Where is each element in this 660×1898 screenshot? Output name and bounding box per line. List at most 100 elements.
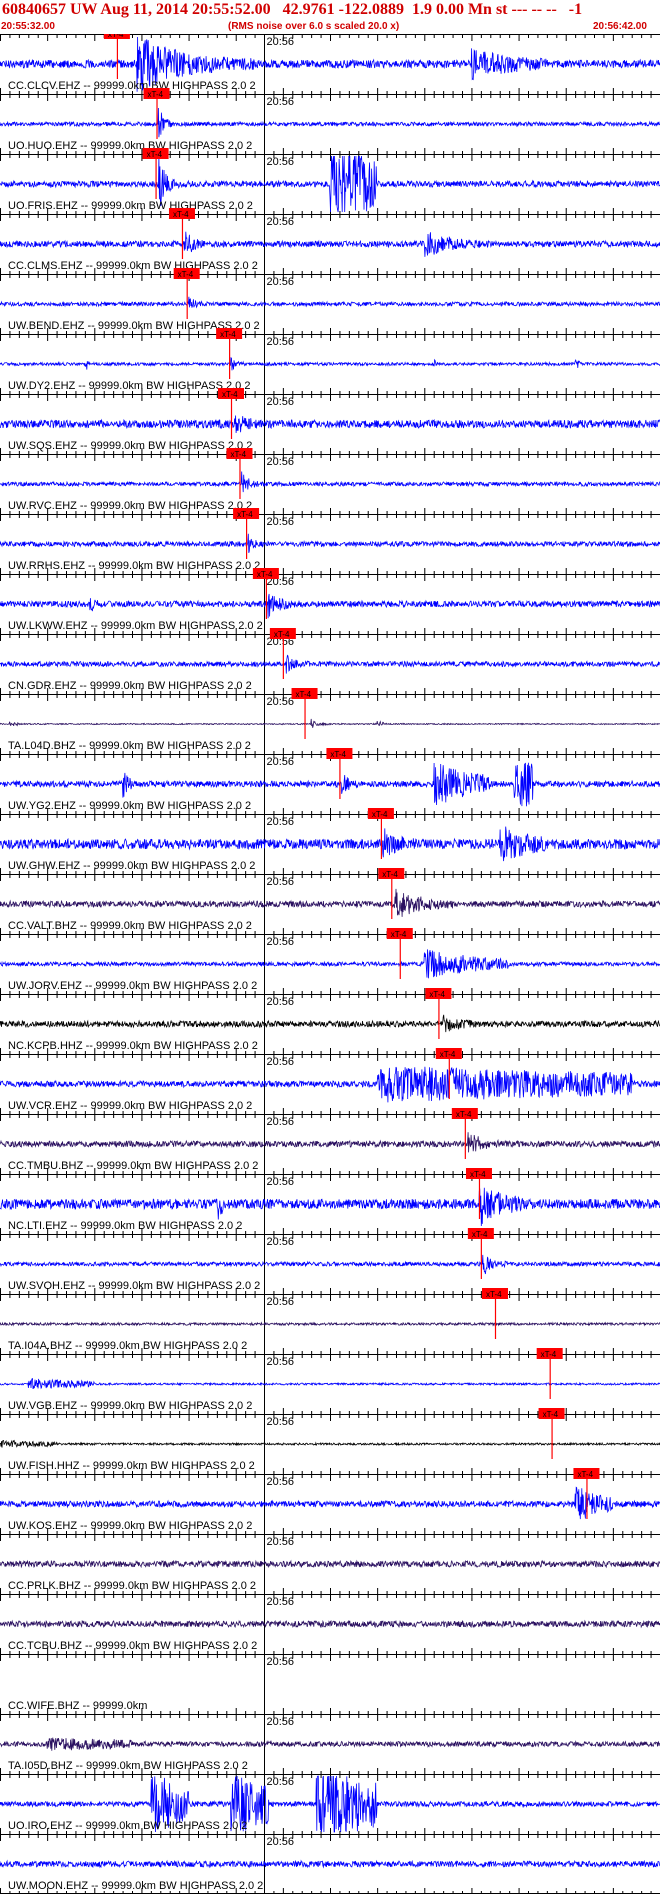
minute-label: 20:56 bbox=[267, 1296, 295, 1308]
pick-label: xT-4 bbox=[372, 810, 388, 819]
waveform bbox=[0, 1619, 660, 1629]
minute-label: 20:56 bbox=[267, 1416, 295, 1428]
station-label: UW.VCR.EHZ -- 99999.0km BW HIGHPASS 2.0 … bbox=[8, 1100, 252, 1112]
pick-label: xT-4 bbox=[429, 990, 445, 999]
pick-label: xT-4 bbox=[456, 1110, 472, 1119]
trace-row: 20:56 CC.WIFE.BHZ -- 99999.0km bbox=[0, 1654, 660, 1714]
minute-label: 20:56 bbox=[267, 1716, 295, 1728]
pick-label: xT-4 bbox=[178, 270, 194, 279]
pick-label: xT-4 bbox=[296, 690, 312, 699]
trace-row: 20:56 xT-4 UO.HUO.EHZ -- 99999.0km BW HIGH… bbox=[0, 88, 660, 154]
station-label: UW.GHW.EHZ -- 99999.0km BW HIGHPASS 2.0 … bbox=[8, 860, 255, 872]
start-time: 20:55:32.00 bbox=[1, 21, 55, 32]
pick-label: xT-4 bbox=[257, 570, 273, 579]
pick-label: xT-4 bbox=[470, 1170, 486, 1179]
pick-label: xT-4 bbox=[391, 930, 407, 939]
minute-label: 20:56 bbox=[267, 936, 295, 948]
minute-label: 20:56 bbox=[267, 216, 295, 228]
minute-label: 20:56 bbox=[267, 1116, 295, 1128]
waveform bbox=[0, 888, 660, 917]
waveform bbox=[0, 471, 660, 493]
pick-label: xT-4 bbox=[274, 630, 290, 639]
pick-label: xT-4 bbox=[237, 510, 253, 519]
station-label: UW.JORV.EHZ -- 99999.0km BW HIGHPASS 2.0… bbox=[8, 980, 257, 992]
trace-row: 20:56 xT-4 CC.CLCV.EHZ -- 99999.0km BW HIG… bbox=[0, 34, 660, 94]
station-label: UW.RVC.EHZ -- 99999.0km BW HIGHPASS 2.0 … bbox=[8, 500, 252, 512]
pick-label: xT-4 bbox=[148, 90, 164, 99]
event-title: 60840657 UW Aug 11, 2014 20:55:52.00 42.… bbox=[2, 1, 583, 18]
pick-label: xT-4 bbox=[147, 150, 163, 159]
station-label: UO.HUO.EHZ -- 99999.0km BW HIGHPASS 2.0 … bbox=[8, 140, 252, 152]
minute-label: 20:56 bbox=[267, 1656, 295, 1668]
trace-row: 20:56 xT-4 UW.DY2.EHZ -- 99999.0km BW HIGH… bbox=[0, 328, 660, 394]
rms-note: (RMS noise over 6.0 s scaled 20.0 x) bbox=[228, 21, 400, 32]
pick-label: xT-4 bbox=[541, 1350, 557, 1359]
waveform bbox=[0, 231, 660, 257]
trace-row: 20:56xT-4UW.BEND.EHZ -- 99999.0km BW HIG… bbox=[0, 268, 660, 334]
waveform bbox=[0, 533, 660, 554]
trace-row: 20:56 xT-4 UW.RVC.EHZ -- 99999.0km BW HIGH… bbox=[0, 448, 660, 514]
station-label: UW.KOS.EHZ -- 99999.0km BW HIGHPASS 2.0 … bbox=[8, 1520, 252, 1532]
minute-label: 20:56 bbox=[267, 696, 295, 708]
trace-row: 20:56 UO.IRO.EHZ -- 99999.0km BW HIGHPASS… bbox=[0, 1774, 660, 1834]
pick-label: xT-4 bbox=[577, 1470, 593, 1479]
minute-label: 20:56 bbox=[267, 1536, 295, 1548]
waveform bbox=[0, 949, 660, 979]
trace-row: 20:56 xT-4 CC.TMBU.BHZ -- 99999.0km BW HIG… bbox=[0, 1108, 660, 1174]
station-label: UW.FISH.HHZ -- 99999.0km BW HIGHPASS 2.0… bbox=[8, 1460, 255, 1472]
waveform bbox=[0, 1378, 660, 1390]
station-label: CC.PRLK.BHZ -- 99999.0km BW HIGHPASS 2.0… bbox=[8, 1580, 256, 1592]
waveform bbox=[0, 296, 660, 309]
trace-row: 20:56 xT-4 UW.VGB.EHZ -- 99999.0km BW HIGH… bbox=[0, 1348, 660, 1414]
minute-label: 20:56 bbox=[267, 336, 295, 348]
trace-row: 20:56 xT-4 NC.KCPB.HHZ -- 99999.0km BW HIG… bbox=[0, 988, 660, 1054]
minute-label: 20:56 bbox=[267, 1356, 295, 1368]
waveform bbox=[0, 718, 660, 728]
minute-label: 20:56 bbox=[267, 36, 295, 48]
station-label: UO.IRO.EHZ -- 99999.0km BW HIGHPASS 2.0 … bbox=[8, 1820, 247, 1832]
seismogram-plot: 20:56xT-4CC.CLCV.EHZ -- 99999.0km BW HIG… bbox=[0, 34, 660, 1894]
station-label: CC.TMBU.BHZ -- 99999.0km BW HIGHPASS 2.0… bbox=[8, 1160, 258, 1172]
pick-label: xT-4 bbox=[108, 34, 124, 39]
waveform bbox=[0, 654, 660, 674]
minute-label: 20:56 bbox=[267, 816, 295, 828]
pick-label: xT-4 bbox=[222, 390, 238, 399]
pick-label: xT-4 bbox=[382, 870, 398, 879]
station-label: UW.RRHS.EHZ -- 99999.0km BW HIGHPASS 2.0… bbox=[8, 560, 260, 572]
pick-label: xT-4 bbox=[486, 1290, 502, 1299]
minute-label: 20:56 bbox=[267, 276, 295, 288]
waveform bbox=[0, 1014, 660, 1033]
trace-row: 20:56 xT-4 CC.CLMS.EHZ -- 99999.0km BW HIG… bbox=[0, 208, 660, 274]
trace-row: 20:56 xT-4 TA.I04A.BHZ -- 99999.0km BW HIG… bbox=[0, 1288, 660, 1354]
pick-label: xT-4 bbox=[543, 1410, 559, 1419]
waveform bbox=[0, 1486, 660, 1520]
waveform bbox=[0, 1254, 660, 1275]
station-label: CN.GDR.EHZ -- 99999.0km BW HIGHPASS 2.0 … bbox=[8, 680, 252, 692]
trace-row: 20:56xT-4 TA.L04D.BHZ -- 99999.0km BW HIG… bbox=[0, 688, 660, 754]
trace-row: 20:56 CC.PRLK.BHZ -- 99999.0km BW HIGHPAS… bbox=[0, 1534, 660, 1594]
trace-row: 20:56 xT-4 NC.LTI.EHZ -- 99999.0km BW HIGH… bbox=[0, 1168, 660, 1234]
station-label: UO.FRIS.EHZ -- 99999.0km BW HIGHPASS 2.0… bbox=[8, 200, 253, 212]
minute-label: 20:56 bbox=[267, 756, 295, 768]
station-label: NC.LTI.EHZ -- 99999.0km BW HIGHPASS 2.0 … bbox=[8, 1220, 242, 1232]
trace-row: 20:56 xT-4 UW.KOS.EHZ -- 99999.0km BW HIGH… bbox=[0, 1468, 660, 1534]
waveform bbox=[0, 415, 660, 434]
waveform bbox=[0, 593, 660, 619]
minute-label: 20:56 bbox=[267, 1236, 295, 1248]
waveform bbox=[0, 826, 660, 862]
station-label: CC.CLMS.EHZ -- 99999.0km BW HIGHPASS 2.0… bbox=[8, 260, 258, 272]
minute-label: 20:56 bbox=[267, 1476, 295, 1488]
station-label: CC.TCBU.BHZ -- 99999.0km BW HIGHPASS 2.0… bbox=[8, 1640, 257, 1652]
trace-row: 20:56 xT-4 UW.YG2.EHZ -- 99999.0km BW HIGH… bbox=[0, 748, 660, 814]
station-label: TA.L04D.BHZ -- 99999.0km BW HIGHPASS 2.0… bbox=[8, 740, 251, 752]
trace-row: 20:56 xT-4 UW.VCR.EHZ -- 99999.0km BW HIGH… bbox=[0, 1048, 660, 1114]
header: 60840657 UW Aug 11, 2014 20:55:52.00 42.… bbox=[0, 0, 660, 34]
waveform bbox=[0, 1559, 660, 1569]
end-time: 20:56:42.00 bbox=[593, 21, 647, 32]
trace-row: 20:56 TA.I05D.BHZ -- 99999.0km BW HIGHPAS… bbox=[0, 1714, 660, 1774]
minute-label: 20:56 bbox=[267, 1176, 295, 1188]
waveform bbox=[0, 1066, 660, 1103]
minute-label: 20:56 bbox=[267, 96, 295, 108]
pick-label: xT-4 bbox=[173, 210, 189, 219]
pick-label: xT-4 bbox=[230, 450, 246, 459]
